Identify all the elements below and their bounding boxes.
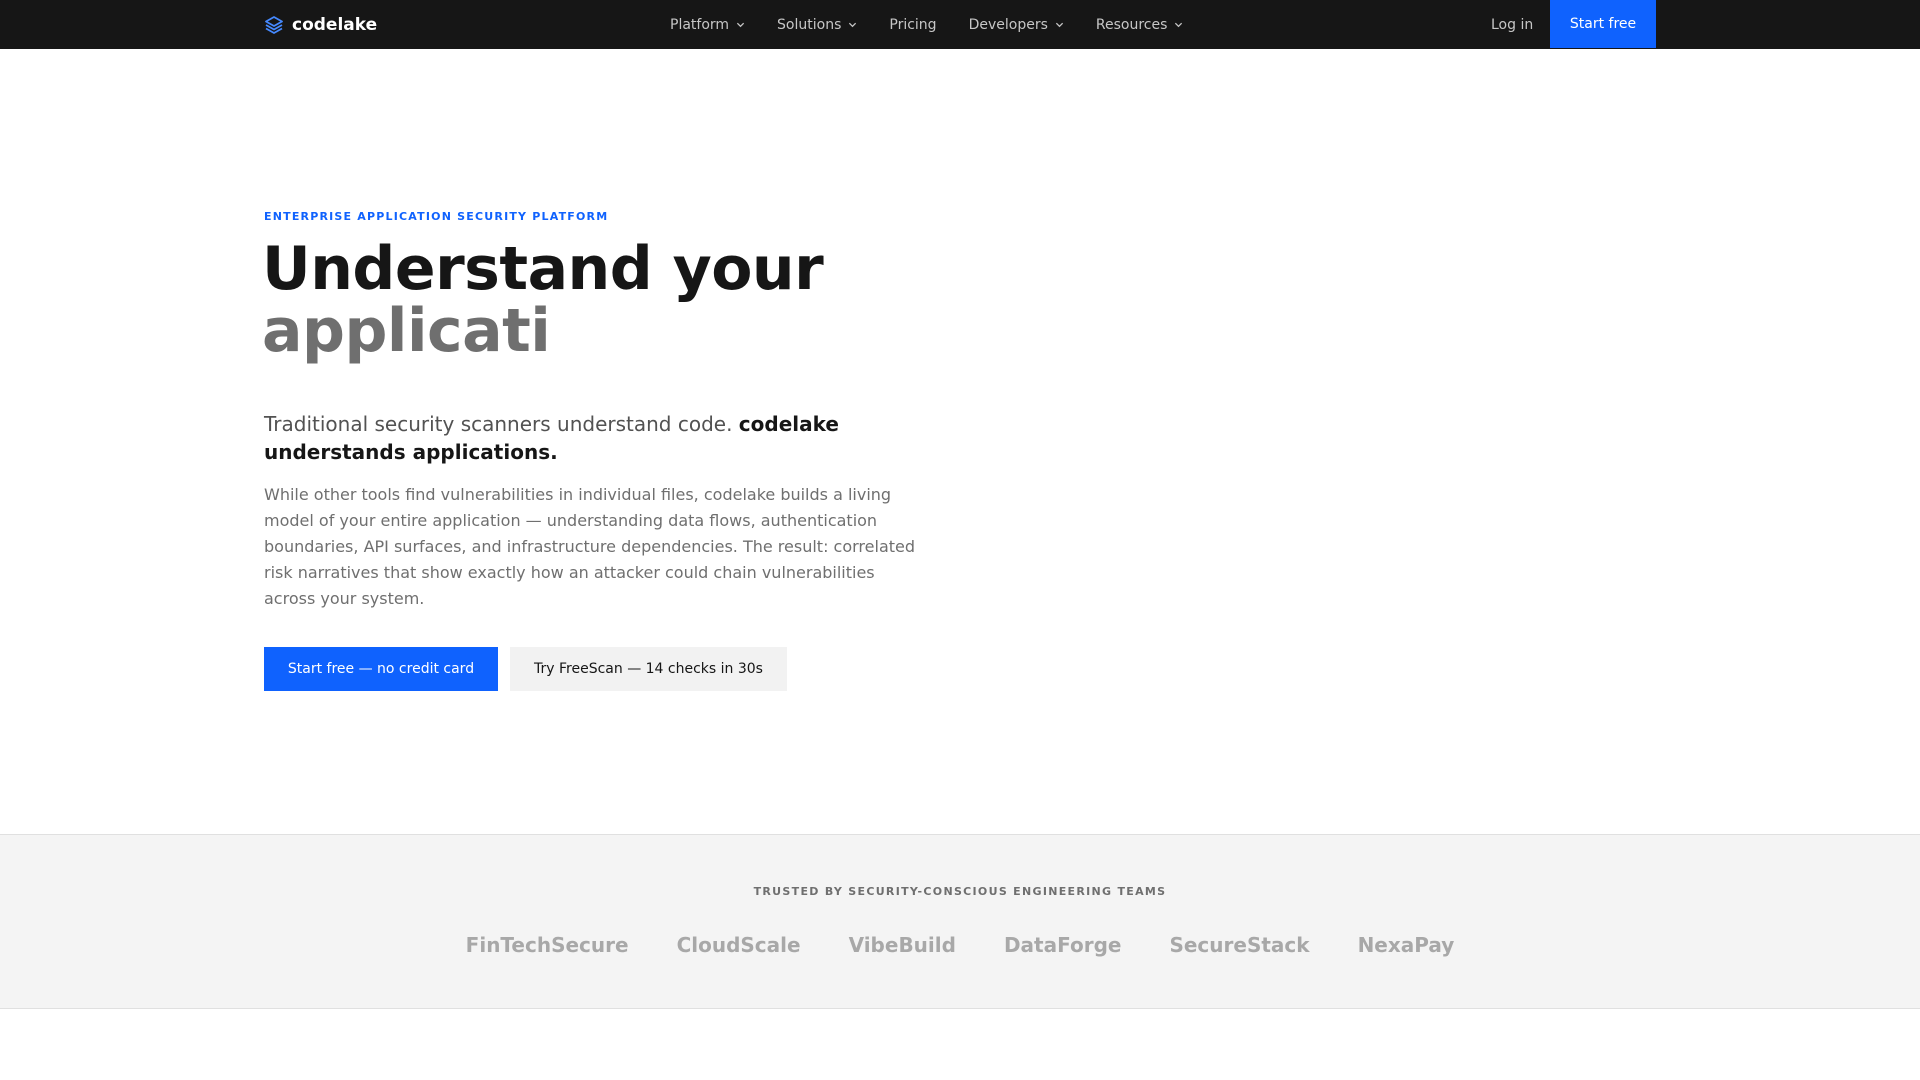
chevron-down-icon bbox=[1055, 22, 1063, 28]
customer-logo: SecureStack bbox=[1169, 933, 1310, 957]
customer-logo: VibeBuild bbox=[848, 933, 956, 957]
headline-line-1: Understand your bbox=[262, 234, 824, 304]
hero-headline: Understand your applicati bbox=[262, 234, 824, 366]
nav-item-resources[interactable]: Resources bbox=[1080, 0, 1200, 49]
brand-logo[interactable]: codelake bbox=[264, 0, 377, 49]
nav-item-label: Solutions bbox=[777, 16, 842, 33]
main-menu: Platform Solutions Pricing Developers Re… bbox=[654, 0, 1199, 49]
chevron-down-icon bbox=[849, 22, 857, 28]
nav-item-developers[interactable]: Developers bbox=[953, 0, 1080, 49]
lead-text: Traditional security scanners understand… bbox=[264, 412, 739, 436]
nav-item-label: Pricing bbox=[889, 16, 937, 33]
customer-logo: DataForge bbox=[1003, 933, 1122, 957]
customer-logo: NexaPay bbox=[1357, 933, 1455, 957]
customer-logo: CloudScale bbox=[676, 933, 801, 957]
freescan-cta-button[interactable]: Try FreeScan — 14 checks in 30s bbox=[510, 647, 787, 691]
trusted-by-section: TRUSTED BY SECURITY-CONSCIOUS ENGINEERIN… bbox=[0, 834, 1920, 1009]
brand-name: codelake bbox=[292, 14, 378, 35]
nav-item-label: Platform bbox=[670, 16, 730, 33]
customer-logo: FinTechSecure bbox=[465, 933, 629, 957]
start-free-cta-button[interactable]: Start free — no credit card bbox=[264, 647, 498, 691]
top-nav: codelake Platform Solutions Pricing Deve… bbox=[0, 0, 1920, 49]
login-link[interactable]: Log in bbox=[1475, 0, 1549, 49]
start-free-button[interactable]: Start free bbox=[1550, 0, 1656, 48]
customer-logos: FinTechSecure CloudScale VibeBuild DataF… bbox=[0, 933, 1920, 957]
nav-item-label: Developers bbox=[968, 16, 1048, 33]
chevron-down-icon bbox=[736, 22, 745, 28]
hero-lead: Traditional security scanners understand… bbox=[264, 410, 904, 466]
trusted-by-title: TRUSTED BY SECURITY-CONSCIOUS ENGINEERIN… bbox=[753, 885, 1167, 898]
nav-item-pricing[interactable]: Pricing bbox=[873, 0, 952, 49]
nav-item-platform[interactable]: Platform bbox=[654, 0, 761, 49]
headline-line-2: applicati bbox=[262, 296, 551, 366]
chevron-down-icon bbox=[1175, 22, 1183, 28]
hero-description: While other tools find vulnerabilities i… bbox=[264, 485, 916, 608]
hero-eyebrow: ENTERPRISE APPLICATION SECURITY PLATFORM bbox=[264, 210, 609, 223]
nav-item-solutions[interactable]: Solutions bbox=[761, 0, 873, 49]
nav-item-label: Resources bbox=[1095, 16, 1168, 33]
layers-icon bbox=[265, 15, 283, 34]
